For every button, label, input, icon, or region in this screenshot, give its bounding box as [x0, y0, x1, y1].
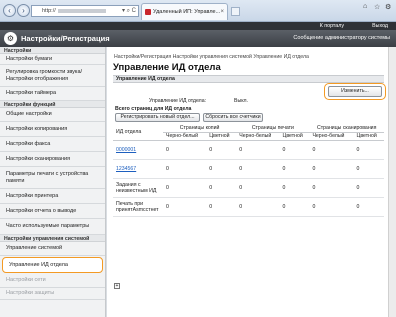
- unknown-id-label: Задания с неизвестным ИД: [113, 178, 163, 198]
- table-cell: 0: [279, 159, 310, 179]
- table-cell: 0: [353, 140, 384, 160]
- settings-wrench-icon: ⚙: [4, 32, 17, 45]
- tab-close-icon[interactable]: ×: [220, 4, 224, 20]
- sidebar-item-security[interactable]: Настройки защиты: [0, 288, 105, 300]
- sidebar-item-output-report[interactable]: Настройки отчета о выводе: [0, 204, 105, 219]
- sidebar: Настройки Настройки бумаги Регулировка г…: [0, 47, 106, 317]
- app-header: К порталу Выход ⚙ Настройки/Регистрация …: [0, 22, 396, 47]
- sidebar-item-favorites[interactable]: Часто используемые параметры: [0, 219, 105, 235]
- table-row: 0000001 0 0 0 0 0 0: [113, 140, 384, 160]
- table-cell: 0: [353, 178, 384, 198]
- logout-link[interactable]: Выход: [372, 22, 388, 30]
- col-group-scan: Страницы сканирования: [309, 125, 384, 133]
- table-cell: 0: [309, 178, 354, 198]
- sidebar-item-timer[interactable]: Настройки таймера: [0, 87, 105, 101]
- table-cell: 0: [206, 140, 237, 160]
- table-cell: 0: [206, 159, 237, 179]
- favicon-icon: [145, 9, 151, 15]
- print-receive-label: Печать при принятAsmccтнет: [113, 197, 163, 217]
- portal-link[interactable]: К порталу: [320, 22, 344, 30]
- table-cell: 0: [309, 159, 354, 179]
- table-cell: 0: [163, 197, 207, 217]
- sidebar-item-system-management[interactable]: Управление системой: [0, 242, 105, 256]
- new-tab-button[interactable]: [231, 7, 240, 16]
- expand-collapse-icon[interactable]: +: [114, 283, 120, 289]
- table-cell: 0: [163, 159, 207, 179]
- table-cell: 0: [236, 197, 280, 217]
- top-strip: К порталу Выход: [0, 22, 396, 30]
- sidebar-item-network[interactable]: Настройки сети: [0, 274, 105, 288]
- col-scan-color: Цветной: [353, 132, 384, 141]
- page-title: Управление ИД отдела: [113, 62, 221, 73]
- table-row: Печать при принятAsmccтнет 0 0 0 0 0 0: [113, 197, 384, 217]
- forward-button[interactable]: ›: [17, 4, 30, 17]
- col-print-bw: Черно-белый: [236, 132, 280, 141]
- sidebar-item-fax[interactable]: Настройки факса: [0, 137, 105, 152]
- table-cell: 0: [279, 197, 310, 217]
- browser-tab[interactable]: Удаленный ИП: Управле... ×: [141, 3, 228, 20]
- col-group-print: Страницы печати: [236, 125, 310, 133]
- col-scan-bw: Черно-белый: [309, 132, 354, 141]
- total-pages-heading: Всего страниц для ИД отдела: [115, 106, 192, 112]
- sidebar-item-memory-print[interactable]: Параметры печати с устройства памяти: [0, 167, 105, 189]
- url-host: [57, 8, 106, 13]
- address-bar-icons[interactable]: ▾ ⌕ C: [122, 6, 136, 16]
- settings-gear-icon[interactable]: ⚙: [385, 3, 391, 11]
- table-row: 1234567 0 0 0 0 0 0: [113, 159, 384, 179]
- back-button[interactable]: ‹: [3, 4, 16, 17]
- sidebar-item-paper[interactable]: Настройки бумаги: [0, 54, 105, 65]
- table-cell: 0: [309, 140, 354, 160]
- sidebar-item-volume-display[interactable]: Регулировка громкости звука/Настройки от…: [0, 65, 105, 87]
- dept-id-mgmt-value: Выкл.: [234, 98, 248, 104]
- table-cell: 0: [163, 140, 207, 160]
- sidebar-item-printer[interactable]: Настройки принтера: [0, 189, 105, 204]
- table-cell: 0: [236, 159, 280, 179]
- sidebar-section-settings: Настройки: [0, 47, 105, 54]
- tab-title: Удаленный ИП: Управле...: [153, 9, 221, 15]
- sidebar-item-dept-id[interactable]: Управление ИД отдела: [2, 257, 103, 273]
- register-dept-button[interactable]: Регистрировать новый отдел...: [115, 113, 200, 122]
- dept-table: ИД отдела Страницы копий Страницы печати…: [113, 125, 384, 217]
- dept-id-link[interactable]: 0000001: [113, 140, 163, 160]
- table-cell: 0: [236, 140, 280, 160]
- table-cell: 0: [309, 197, 354, 217]
- reset-counters-button[interactable]: Сбросить все счетчики: [203, 113, 263, 122]
- col-print-color: Цветной: [279, 132, 310, 141]
- url-prefix: http://: [42, 8, 56, 14]
- admin-message-link[interactable]: Сообщение администратору системы: [293, 35, 390, 41]
- sidebar-item-general[interactable]: Общие настройки: [0, 108, 105, 122]
- page-scrollbar[interactable]: [388, 47, 396, 317]
- favorites-star-icon[interactable]: ☆: [374, 3, 380, 11]
- edit-button[interactable]: Изменить...: [328, 86, 382, 97]
- table-cell: 0: [279, 178, 310, 198]
- table-cell: 0: [353, 197, 384, 217]
- section-header: Управление ИД отдела: [113, 75, 384, 83]
- table-cell: 0: [353, 159, 384, 179]
- table-cell: 0: [236, 178, 280, 198]
- dept-id-link[interactable]: 1234567: [113, 159, 163, 179]
- table-cell: 0: [206, 197, 237, 217]
- sidebar-item-scan[interactable]: Настройки сканирования: [0, 152, 105, 167]
- browser-chrome: ‹ › http:// ▾ ⌕ C Удаленный ИП: Управле.…: [0, 0, 396, 22]
- breadcrumb[interactable]: Настройки/Регистрация Настройки управлен…: [114, 54, 309, 60]
- dept-id-mgmt-label: Управление ИД отдела:: [149, 98, 207, 104]
- col-copy-color: Цветной: [206, 132, 237, 141]
- table-cell: 0: [279, 140, 310, 160]
- address-bar[interactable]: http:// ▾ ⌕ C: [31, 5, 139, 17]
- sidebar-item-copy[interactable]: Настройки копирования: [0, 122, 105, 137]
- page-section-title: Настройки/Регистрация: [21, 34, 110, 43]
- home-icon[interactable]: ⌂: [363, 3, 367, 10]
- col-dept-id: ИД отдела: [113, 125, 163, 141]
- col-group-copy: Страницы копий: [163, 125, 237, 133]
- col-copy-bw: Черно-белый: [163, 132, 207, 141]
- sidebar-section-system: Настройки управления системой: [0, 235, 105, 242]
- table-cell: 0: [206, 178, 237, 198]
- table-row: Задания с неизвестным ИД 0 0 0 0 0 0: [113, 178, 384, 198]
- sidebar-section-functions: Настройки функций: [0, 101, 105, 108]
- main-content: Настройки/Регистрация Настройки управлен…: [107, 47, 396, 317]
- table-cell: 0: [163, 178, 207, 198]
